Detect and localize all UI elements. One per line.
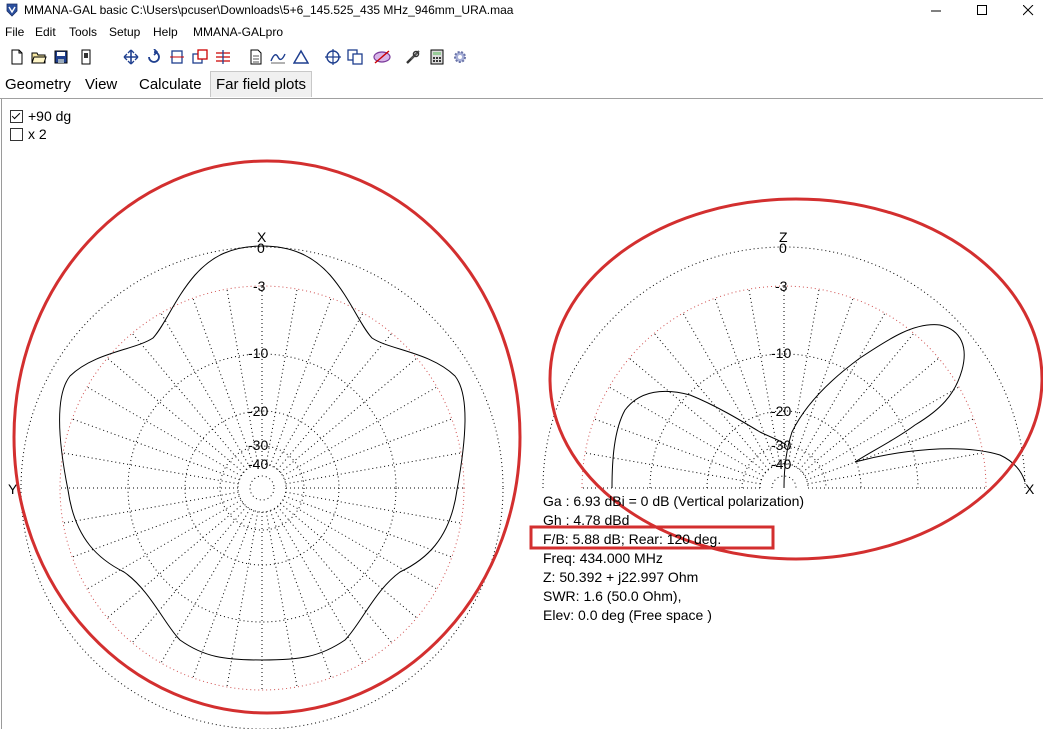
grid-spoke xyxy=(282,499,438,590)
horizontal-ring-label-30: -30 xyxy=(248,437,268,453)
horizontal-ring-label-0: 0 xyxy=(257,240,265,256)
grid-ring xyxy=(127,353,397,623)
grid-spoke xyxy=(795,312,886,468)
result-swr: SWR: 1.6 (50.0 Ohm), xyxy=(543,588,682,604)
grid-spoke xyxy=(131,332,247,470)
grid-spoke xyxy=(608,386,764,477)
horizontal-ring-label-3: -3 xyxy=(253,278,266,294)
grid-spoke xyxy=(714,298,777,466)
horizontal-pattern-curve xyxy=(59,245,466,661)
grid-spoke xyxy=(284,418,452,481)
grid-spoke xyxy=(106,503,244,619)
vertical-ring-label-0: 0 xyxy=(779,240,787,256)
horizontal-ring-label-20: -20 xyxy=(248,403,268,419)
grid-spoke xyxy=(62,452,239,485)
grid-spoke xyxy=(265,288,298,465)
grid-spoke xyxy=(280,503,418,619)
grid-ring xyxy=(249,475,275,501)
grid-spoke xyxy=(787,288,820,465)
vertical-ring-label-20: -20 xyxy=(771,403,791,419)
grid-spoke xyxy=(802,357,940,473)
horizontal-ring-label-40: -40 xyxy=(248,456,268,472)
grid-spoke xyxy=(628,357,766,473)
grid-spoke xyxy=(72,418,240,481)
grid-spoke xyxy=(273,508,364,664)
grid-spoke xyxy=(269,298,332,466)
grid-spoke xyxy=(226,511,259,688)
vertical-ring-label-30: -30 xyxy=(771,437,791,453)
grid-spoke xyxy=(285,452,462,485)
grid-spoke xyxy=(131,506,247,644)
grid-spoke xyxy=(682,312,773,468)
grid-spoke xyxy=(280,357,418,473)
grid-spoke xyxy=(106,357,244,473)
grid-spoke xyxy=(791,298,854,466)
result-freq: Freq: 434.000 MHz xyxy=(543,550,663,566)
vertical-ring-label-40: -40 xyxy=(771,456,791,472)
vertical-pattern-main-lobe xyxy=(783,324,965,489)
grid-spoke xyxy=(799,332,915,470)
grid-spoke xyxy=(86,499,242,590)
grid-spoke xyxy=(192,298,255,466)
vertical-ring-label-3: -3 xyxy=(775,278,788,294)
grid-spoke xyxy=(284,495,452,558)
grid-spoke xyxy=(804,386,960,477)
grid-spoke xyxy=(282,386,438,477)
vertical-x-axis-label: X xyxy=(1025,481,1035,497)
grid-spoke xyxy=(62,491,239,524)
grid-spoke xyxy=(277,332,393,470)
result-impedance: Z: 50.392 + j22.997 Ohm xyxy=(543,569,699,585)
vertical-pattern-side-lobe xyxy=(611,390,787,489)
result-elevation: Elev: 0.0 deg (Free space ) xyxy=(543,607,712,623)
grid-ring xyxy=(184,410,340,566)
grid-spoke xyxy=(285,491,462,524)
horizontal-ring-label-10: -10 xyxy=(248,345,268,361)
vertical-ring-label-10: -10 xyxy=(771,345,791,361)
horizontal-plot: X Y 0 -3 -10 -20 -30 -40 xyxy=(8,229,504,729)
grid-spoke xyxy=(86,386,242,477)
result-gh: Gh : 4.78 dBd xyxy=(543,512,630,528)
grid-spoke xyxy=(277,506,393,644)
vertical-pattern-rear-lobe xyxy=(854,448,1026,483)
grid-spoke xyxy=(653,332,769,470)
grid-spoke xyxy=(192,510,255,678)
grid-spoke xyxy=(160,508,251,664)
horizontal-plot-grid xyxy=(20,246,504,729)
grid-spoke xyxy=(160,312,251,468)
vertical-plot: Z X 0 -3 -10 -20 -30 -40 xyxy=(542,229,1035,497)
grid-spoke xyxy=(584,452,761,485)
result-fb: F/B: 5.88 dB; Rear: 120 deg. xyxy=(543,531,722,547)
grid-spoke xyxy=(807,452,984,485)
grid-spoke xyxy=(273,312,364,468)
grid-spoke xyxy=(594,418,762,481)
grid-spoke xyxy=(265,511,298,688)
plots-canvas: X Y 0 -3 -10 -20 -30 -40 Z X 0 -3 -10 -2… xyxy=(8,159,1043,729)
result-ga: Ga : 6.93 dBi = 0 dB (Vertical polarizat… xyxy=(543,493,805,509)
